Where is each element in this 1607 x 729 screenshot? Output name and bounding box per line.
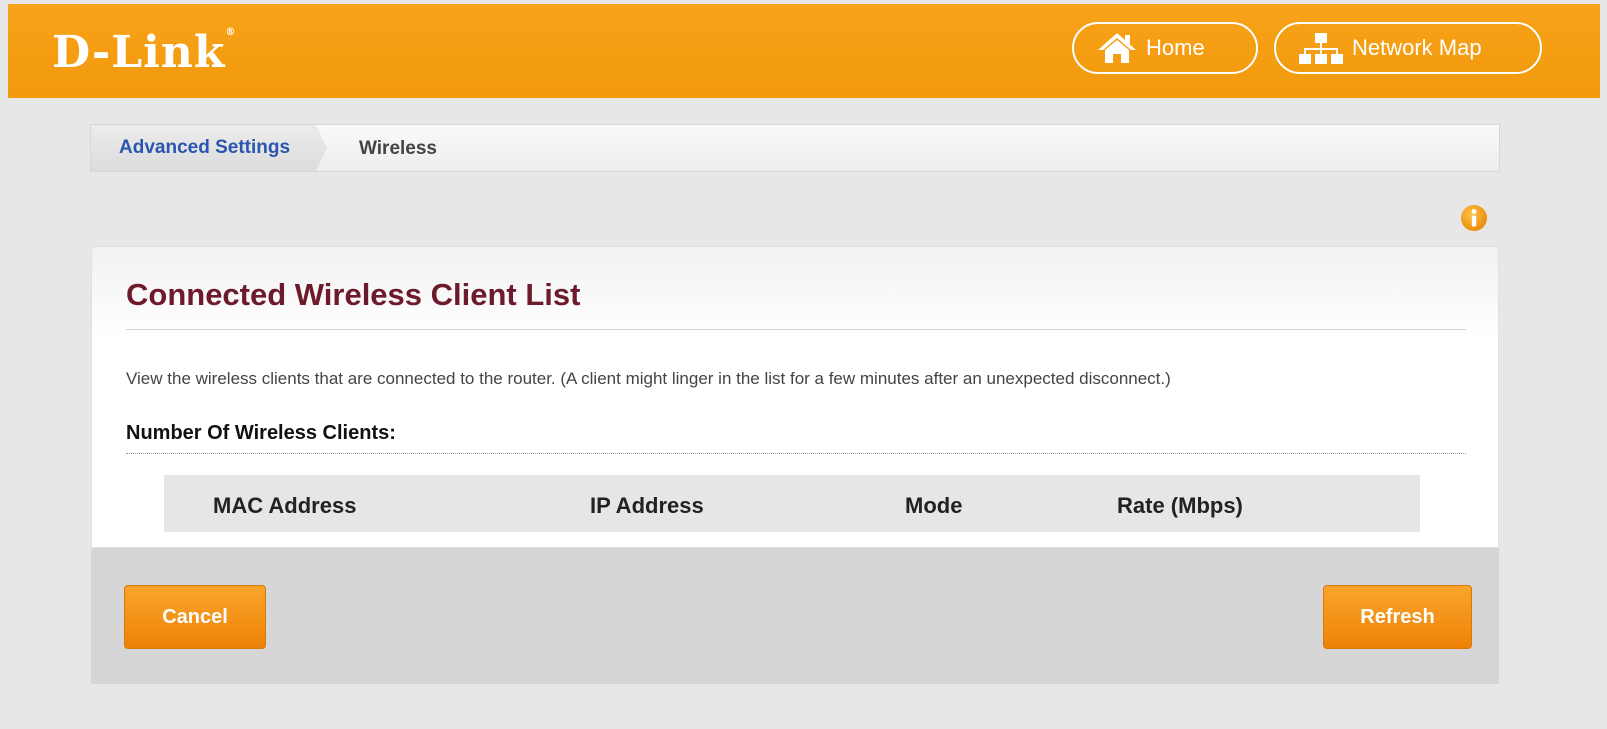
dlink-logo: D-Link® — [52, 27, 236, 78]
home-button[interactable]: Home — [1072, 22, 1258, 74]
refresh-button[interactable]: Refresh — [1323, 585, 1472, 649]
home-label: Home — [1146, 35, 1205, 60]
column-header-mac: MAC Address — [213, 493, 357, 518]
breadcrumb-wireless: Wireless — [359, 138, 437, 159]
network-map-icon — [1298, 31, 1344, 65]
network-map-label: Network Map — [1352, 35, 1482, 60]
cancel-button[interactable]: Cancel — [124, 585, 266, 649]
action-bar: Cancel Refresh — [91, 548, 1499, 684]
network-map-button[interactable]: Network Map — [1274, 22, 1542, 74]
logo-text: D-Link — [52, 27, 226, 78]
breadcrumb-advanced-settings[interactable]: Advanced Settings — [91, 125, 327, 171]
top-header: D-Link® Home Network Map — [8, 4, 1600, 98]
home-icon — [1096, 31, 1138, 65]
column-header-mode: Mode — [905, 493, 963, 518]
breadcrumb: Advanced Settings Wireless — [90, 124, 1500, 172]
page-description: View the wireless clients that are conne… — [126, 369, 1171, 388]
title-divider — [126, 329, 1466, 330]
column-header-ip: IP Address — [590, 493, 704, 518]
client-count-label: Number Of Wireless Clients: — [126, 422, 396, 444]
client-table-header: MAC Address IP Address Mode Rate (Mbps) — [164, 475, 1420, 532]
client-list-panel: Connected Wireless Client List View the … — [91, 246, 1499, 548]
logo-registered-mark: ® — [225, 27, 237, 38]
column-header-rate: Rate (Mbps) — [1117, 493, 1243, 518]
section-divider — [126, 453, 1466, 454]
page-title: Connected Wireless Client List — [126, 277, 581, 312]
info-icon[interactable] — [1460, 204, 1488, 237]
